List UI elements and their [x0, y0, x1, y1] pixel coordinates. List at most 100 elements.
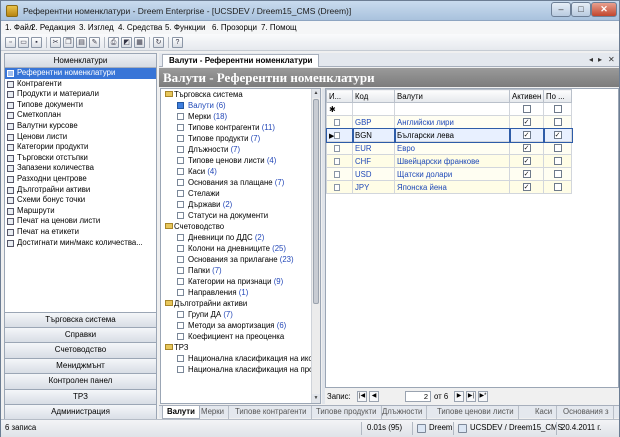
- currency-name-cell[interactable]: Японска йена: [394, 180, 510, 194]
- preview-icon[interactable]: ◩: [121, 37, 132, 48]
- bottom-tab[interactable]: Длъжности: [378, 406, 428, 419]
- filter-currency-cell[interactable]: [394, 102, 510, 116]
- currency-name-cell[interactable]: Английски лири: [394, 115, 510, 129]
- active-cell[interactable]: ✓: [509, 115, 544, 129]
- column-header-currency[interactable]: Валути: [394, 89, 510, 103]
- bottom-tab[interactable]: Типове контрагенти: [231, 406, 312, 419]
- currency-code-cell[interactable]: JPY: [352, 180, 395, 194]
- bottom-tab[interactable]: Основания з: [559, 406, 614, 419]
- currency-code-cell[interactable]: USD: [352, 167, 395, 181]
- menu-windows[interactable]: 6. Прозорци: [212, 23, 257, 32]
- default-checkbox[interactable]: [553, 183, 562, 192]
- module-section-button[interactable]: Счетоводство: [4, 343, 157, 359]
- row-indicator-cell[interactable]: [326, 180, 353, 194]
- row-indicator-cell[interactable]: [326, 141, 353, 155]
- active-cell[interactable]: ✓: [509, 167, 544, 181]
- tree-group[interactable]: Търговска система: [161, 89, 311, 100]
- active-checkbox[interactable]: ✓: [522, 131, 531, 140]
- module-section-button[interactable]: Мениджмънт: [4, 358, 157, 374]
- tree-item[interactable]: Колони на дневниците (25): [161, 243, 311, 254]
- last-record-button[interactable]: ▶|: [466, 391, 476, 402]
- table-row[interactable]: EUR Евро ✓: [326, 141, 572, 155]
- tree-item[interactable]: Валути (6): [161, 100, 311, 111]
- tree-item[interactable]: Основания за прилагане (23): [161, 254, 311, 265]
- bottom-tab[interactable]: Валути: [162, 406, 200, 419]
- column-header-default[interactable]: По ...: [543, 89, 572, 103]
- active-cell[interactable]: ✓: [509, 141, 544, 155]
- table-row[interactable]: CHF Швейцарски франкове ✓: [326, 154, 572, 168]
- navigation-item[interactable]: Маршрути: [5, 206, 156, 217]
- default-cell[interactable]: [543, 180, 572, 194]
- maximize-button[interactable]: □: [571, 2, 591, 17]
- refresh-icon[interactable]: ↻: [153, 37, 164, 48]
- delete-icon[interactable]: ✎: [89, 37, 100, 48]
- module-section-button[interactable]: ТРЗ: [4, 389, 157, 405]
- bottom-tab[interactable]: Каси: [531, 406, 558, 419]
- active-checkbox[interactable]: ✓: [522, 157, 531, 166]
- filter-active-checkbox[interactable]: [522, 105, 531, 114]
- filter-default-checkbox[interactable]: [553, 105, 562, 114]
- tree-item[interactable]: Направления (1): [161, 287, 311, 298]
- cut-icon[interactable]: ✂: [50, 37, 61, 48]
- save-icon[interactable]: ▪: [31, 37, 42, 48]
- tree-item[interactable]: Каси (4): [161, 166, 311, 177]
- tree-item[interactable]: Национална класификация на про: [161, 364, 313, 375]
- module-section-button[interactable]: Справки: [4, 327, 157, 343]
- currency-code-cell[interactable]: CHF: [352, 154, 395, 168]
- active-checkbox[interactable]: ✓: [522, 170, 531, 179]
- currency-name-cell[interactable]: Швейцарски франкове: [394, 154, 510, 168]
- tree-item[interactable]: Мерки (18): [161, 111, 311, 122]
- tree-item[interactable]: Длъжности (7): [161, 144, 311, 155]
- currency-code-cell[interactable]: GBP: [352, 115, 395, 129]
- currency-name-cell[interactable]: Български лева: [393, 127, 511, 143]
- previous-record-button[interactable]: ◀: [369, 391, 379, 402]
- scroll-right-icon[interactable]: ▸: [598, 55, 602, 64]
- first-record-button[interactable]: |◀: [357, 391, 367, 402]
- active-checkbox[interactable]: ✓: [522, 118, 531, 127]
- menu-view[interactable]: 3. Изглед: [79, 23, 114, 32]
- scrollbar-thumb[interactable]: [313, 99, 319, 304]
- tree-item[interactable]: Типове контрагенти (11): [161, 122, 311, 133]
- menu-help[interactable]: 7. Помощ: [261, 23, 297, 32]
- bottom-tab[interactable]: Типове ценови листи: [433, 406, 519, 419]
- active-cell[interactable]: ✓: [508, 127, 545, 143]
- paste-icon[interactable]: ▤: [76, 37, 87, 48]
- module-section-button[interactable]: Търговска система: [4, 312, 157, 328]
- navigation-item[interactable]: Референтни номенклатури: [5, 68, 156, 79]
- tree-item[interactable]: Национална класификация на ико: [161, 353, 313, 364]
- tree-scrollbar[interactable]: ▲ ▼: [311, 89, 320, 403]
- tree-item[interactable]: Държави (2): [161, 199, 311, 210]
- menu-tools[interactable]: 4. Средства: [118, 23, 162, 32]
- close-tab-icon[interactable]: ✕: [608, 55, 615, 64]
- active-checkbox[interactable]: ✓: [522, 183, 531, 192]
- row-indicator-cell[interactable]: [326, 115, 353, 129]
- navigation-item[interactable]: Разходни центрове: [5, 174, 156, 185]
- filter-row[interactable]: ✱: [326, 102, 572, 116]
- default-checkbox[interactable]: [553, 157, 562, 166]
- tree-item[interactable]: Дневници по ДДС (2): [161, 232, 311, 243]
- row-indicator-cell[interactable]: [326, 154, 353, 168]
- navigation-item[interactable]: Печат на етикети: [5, 227, 156, 238]
- scroll-up-icon[interactable]: ▲: [312, 89, 320, 98]
- scroll-down-icon[interactable]: ▼: [312, 394, 320, 403]
- default-cell[interactable]: [543, 141, 572, 155]
- new-record-button[interactable]: ▶*: [478, 391, 488, 402]
- document-tab[interactable]: Валути - Референтни номенклатури: [162, 54, 320, 67]
- filter-default-cell[interactable]: [543, 102, 572, 116]
- module-section-button[interactable]: Контролен панел: [4, 374, 157, 390]
- table-row[interactable]: GBP Английски лири ✓: [326, 115, 572, 129]
- navigation-item[interactable]: Запазени количества: [5, 163, 156, 174]
- default-cell[interactable]: [543, 154, 572, 168]
- default-checkbox[interactable]: [553, 118, 562, 127]
- default-cell[interactable]: [543, 167, 572, 181]
- copy-icon[interactable]: ❐: [63, 37, 74, 48]
- tree-group[interactable]: ТРЗ: [161, 342, 311, 353]
- active-cell[interactable]: ✓: [509, 180, 544, 194]
- navigation-item[interactable]: Дълготрайни активи: [5, 185, 156, 196]
- help-icon[interactable]: ?: [172, 37, 183, 48]
- navigation-item[interactable]: Схеми бонус точки: [5, 195, 156, 206]
- tree-group[interactable]: Счетоводство: [161, 221, 311, 232]
- navigation-item[interactable]: Валутни курсове: [5, 121, 156, 132]
- filter-active-cell[interactable]: [509, 102, 544, 116]
- menu-file[interactable]: 1. Файл: [5, 23, 34, 32]
